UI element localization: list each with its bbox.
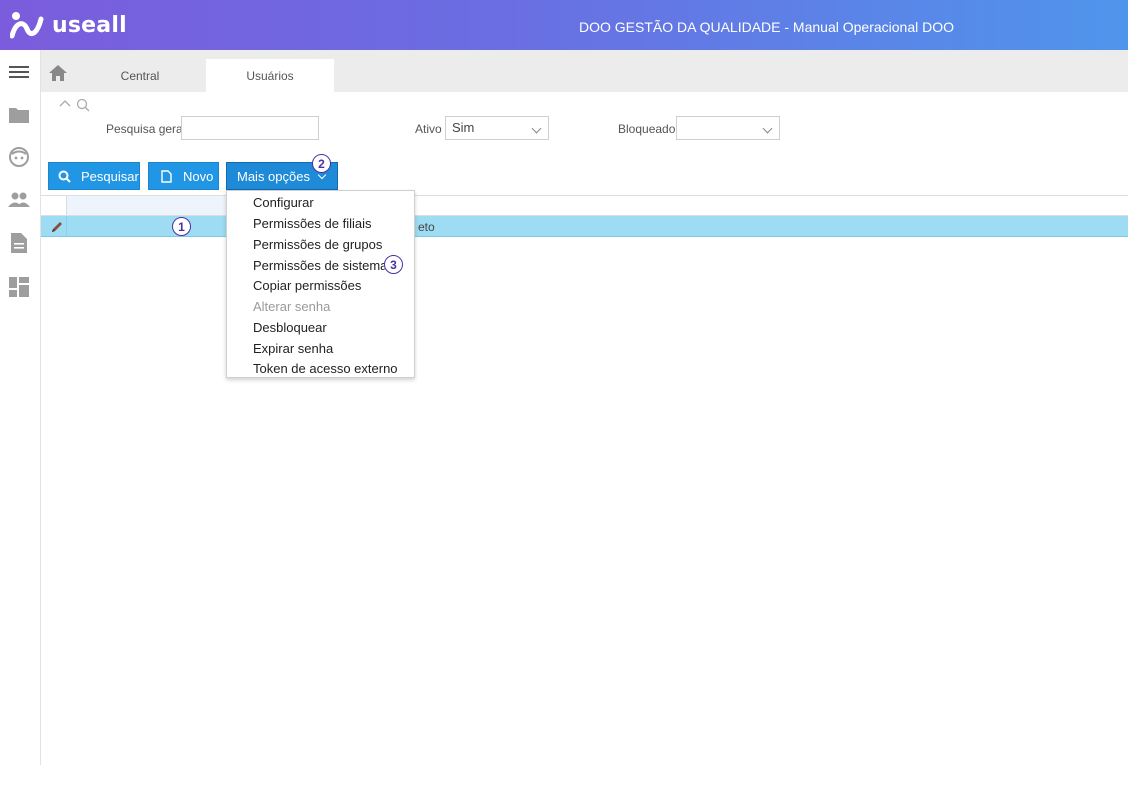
grid-header-cell[interactable] — [66, 196, 226, 215]
tab-central[interactable]: Central — [81, 59, 199, 92]
row-cell: eto — [418, 220, 435, 234]
menu-item-copiar-permissoes[interactable]: Copiar permissões — [253, 278, 361, 293]
pesquisar-button[interactable]: Pesquisar — [48, 162, 140, 190]
logo-text: useall — [52, 12, 127, 38]
mais-opcoes-label: Mais opções — [237, 168, 310, 184]
ativo-label: Ativo — [415, 122, 442, 136]
novo-button[interactable]: Novo — [148, 162, 219, 190]
dashboard-icon[interactable] — [8, 276, 30, 298]
logo-mark-icon — [10, 12, 44, 39]
app-header: useall DOO GESTÃO DA QUALIDADE - Manual … — [0, 0, 1128, 50]
tab-usuarios[interactable]: Usuários — [206, 59, 334, 92]
chevron-down-icon — [762, 123, 773, 134]
app-title: DOO GESTÃO DA QUALIDADE - Manual Operaci… — [579, 19, 955, 35]
menu-item-configurar[interactable]: Configurar — [253, 195, 314, 210]
tab-bar: Central Usuários — [41, 50, 1128, 92]
menu-item-alterar-senha: Alterar senha — [253, 299, 331, 314]
menu-item-token-acesso-externo[interactable]: Token de acesso externo — [253, 361, 398, 376]
callout-badge-1: 1 — [172, 217, 191, 236]
callout-badge-2: 2 — [312, 154, 331, 173]
pesquisa-geral-label: Pesquisa geral — [106, 122, 186, 136]
row-divider — [66, 216, 67, 237]
filter-toggle[interactable] — [58, 98, 90, 112]
ativo-select[interactable]: Sim — [445, 116, 549, 140]
face-icon[interactable] — [8, 146, 30, 168]
menu-item-desbloquear[interactable]: Desbloquear — [253, 320, 327, 335]
search-icon[interactable] — [76, 98, 90, 112]
new-document-icon — [159, 169, 173, 183]
edit-icon[interactable] — [50, 220, 64, 234]
bloqueado-label: Bloqueado — [618, 122, 676, 136]
menu-item-expirar-senha[interactable]: Expirar senha — [253, 341, 333, 356]
useall-logo[interactable]: useall — [10, 11, 127, 39]
menu-icon[interactable] — [8, 61, 30, 83]
left-rail — [0, 50, 41, 765]
table-row[interactable]: eto — [41, 216, 1128, 237]
home-icon[interactable] — [49, 65, 67, 81]
novo-label: Novo — [183, 168, 214, 184]
menu-item-permissoes-sistemas[interactable]: Permissões de sistemas — [253, 258, 394, 273]
chevron-up-icon[interactable] — [58, 98, 72, 108]
grid-header — [41, 195, 1128, 216]
ativo-select-value: Sim — [452, 120, 475, 135]
tab-usuarios-label: Usuários — [246, 68, 294, 83]
mais-opcoes-menu: Configurar Permissões de filiais Permiss… — [226, 190, 415, 378]
menu-item-permissoes-grupos[interactable]: Permissões de grupos — [253, 237, 382, 252]
bloqueado-select[interactable] — [676, 116, 780, 140]
folder-icon[interactable] — [8, 103, 30, 125]
document-icon[interactable] — [8, 232, 30, 254]
chevron-down-icon — [531, 123, 542, 134]
search-icon — [57, 169, 71, 183]
pesquisa-geral-input[interactable] — [181, 116, 319, 140]
tab-central-label: Central — [120, 68, 160, 83]
menu-item-permissoes-filiais[interactable]: Permissões de filiais — [253, 216, 372, 231]
pesquisar-label: Pesquisar — [81, 168, 139, 184]
callout-badge-3: 3 — [384, 255, 403, 274]
people-icon[interactable] — [8, 189, 30, 211]
